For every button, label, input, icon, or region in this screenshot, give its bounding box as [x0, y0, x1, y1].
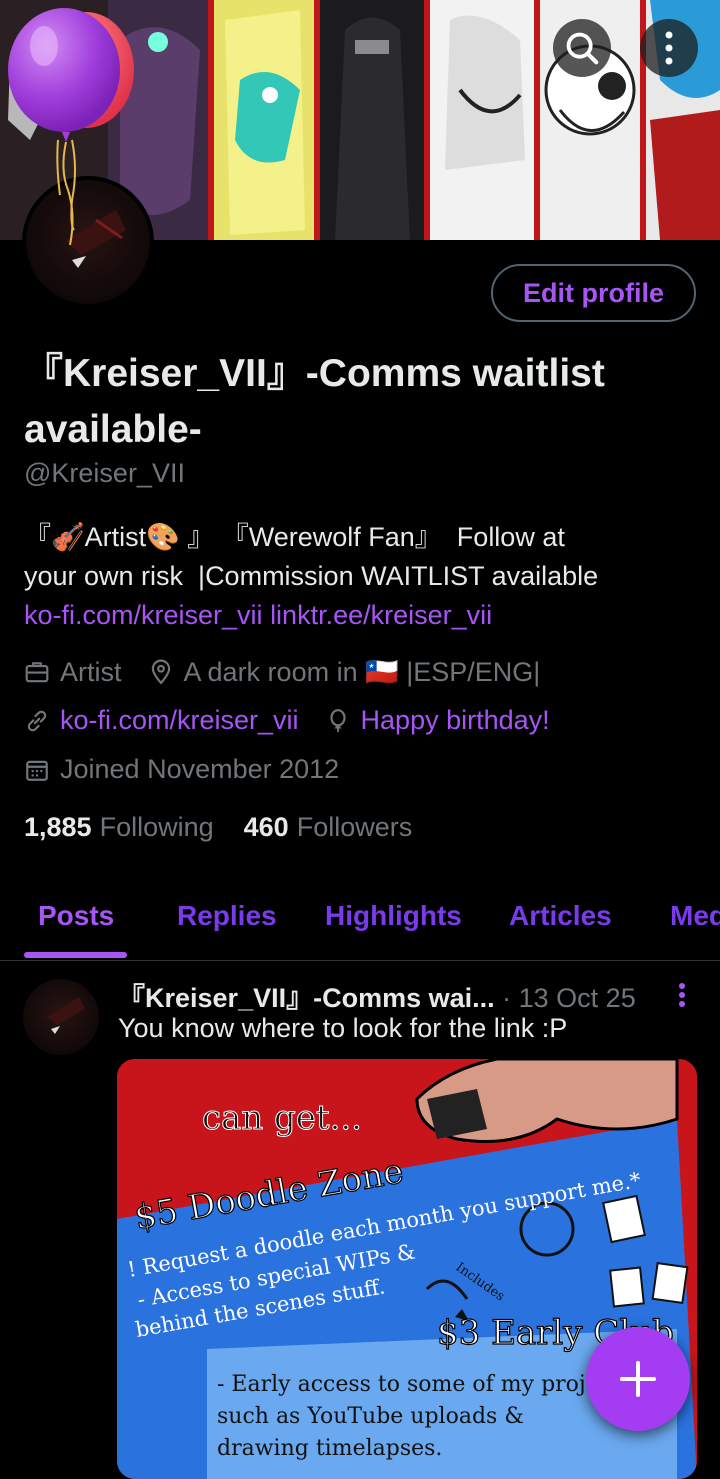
compose-post-button[interactable] [586, 1327, 690, 1431]
tab-articles[interactable]: Articles [509, 900, 612, 932]
birthday-balloon-icon [8, 8, 134, 246]
calendar-icon [26, 760, 48, 781]
profile-meta-row-3: Joined November 2012 [24, 754, 365, 785]
bio-line1: 『🎻Artist🎨 』 『Werewolf Fan』 Follow at [24, 522, 565, 552]
search-button[interactable] [553, 19, 611, 77]
display-name: 『Kreiser_VII』-Comms waitlist available- [24, 346, 704, 458]
promo-tier2-line3: drawing timelapses. [217, 1436, 442, 1461]
promo-tier2-line1: - Early access to some of my projects [217, 1372, 631, 1397]
plus-icon [620, 1361, 656, 1397]
tab-media[interactable]: Media [670, 900, 720, 932]
profile-bio: 『🎻Artist🎨 』 『Werewolf Fan』 Follow at you… [24, 518, 704, 635]
following-label: Following [99, 812, 214, 842]
promo-tier2-line2: such as YouTube uploads & [217, 1404, 524, 1429]
display-name-line1: 『Kreiser_VII』-Comms waitlist [24, 352, 605, 395]
more-vertical-icon [665, 31, 673, 65]
profile-website[interactable]: ko-fi.com/kreiser_vii [24, 705, 299, 736]
post-author-avatar[interactable] [23, 979, 99, 1055]
active-tab-indicator [24, 952, 127, 958]
link-icon [27, 710, 47, 731]
followers-label: Followers [296, 812, 413, 842]
following-count: 1,885 [24, 812, 92, 842]
followers-link[interactable]: 460 Followers [244, 812, 413, 843]
profile-meta-row-1: Artist A dark room in 🇨🇱 |ESP/ENG| [24, 656, 566, 688]
post-author-name[interactable]: 『Kreiser_VII』-Comms wai... [118, 983, 495, 1013]
bio-link-linktree[interactable]: linktr.ee/kreiser_vii [270, 600, 492, 630]
tab-replies[interactable]: Replies [177, 900, 277, 932]
tab-highlights[interactable]: Highlights [325, 900, 462, 932]
bio-link-kofi[interactable]: ko-fi.com/kreiser_vii [24, 600, 263, 630]
followers-count: 460 [243, 812, 289, 842]
more-options-button[interactable] [640, 19, 698, 77]
post-more-icon[interactable] [668, 980, 696, 1010]
following-link[interactable]: 1,885 Following [24, 812, 214, 843]
search-icon [566, 32, 599, 65]
profile-birthday: Happy birthday! [325, 705, 550, 736]
briefcase-icon [25, 662, 49, 683]
profile-joined: Joined November 2012 [24, 754, 339, 785]
profile-category: Artist [24, 657, 122, 688]
profile-meta-row-2: ko-fi.com/kreiser_vii Happy birthday! [24, 705, 576, 736]
post-text: You know where to look for the link :P [118, 1013, 568, 1043]
follow-stats: 1,885 Following 460 Followers [24, 812, 442, 843]
profile-location: A dark room in 🇨🇱 |ESP/ENG| [148, 656, 540, 688]
balloon-icon [329, 708, 346, 732]
edit-profile-button[interactable]: Edit profile [491, 264, 696, 322]
profile-tabs: Posts Replies Highlights Articles Media [0, 880, 720, 961]
user-handle: @Kreiser_VII [24, 458, 185, 488]
post-avatar-art [47, 997, 85, 1034]
tab-posts[interactable]: Posts [38, 900, 114, 932]
location-pin-icon [151, 659, 170, 685]
post-header: 『Kreiser_VII』-Comms wai... · 13 Oct 25 [118, 976, 678, 1015]
promo-can-get: can get... [202, 1098, 362, 1138]
display-name-line2: available- [24, 408, 202, 451]
post-date[interactable]: · 13 Oct 25 [502, 983, 636, 1013]
bio-line2: your own risk |Commission WAITLIST avail… [24, 561, 599, 591]
